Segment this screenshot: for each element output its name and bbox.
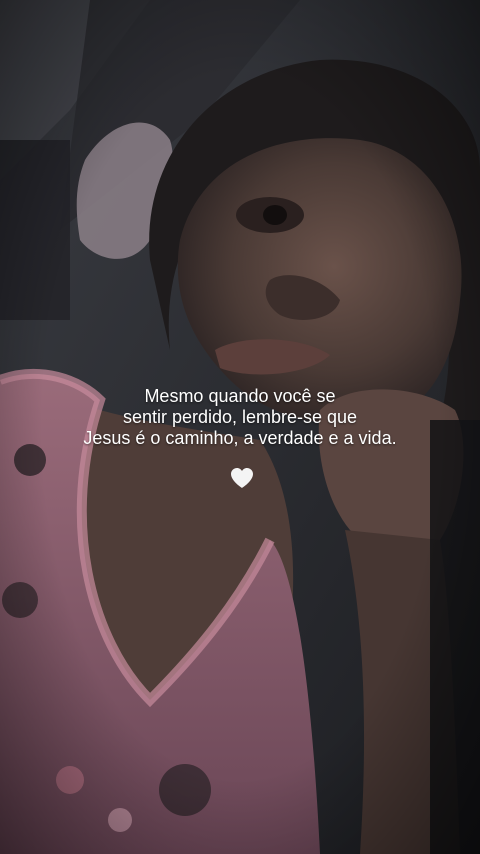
caption-text: Mesmo quando você se sentir perdido, lem… xyxy=(40,386,440,449)
caption-line-1: Mesmo quando você se xyxy=(144,386,336,406)
caption-line-2: sentir perdido, lembre-se que xyxy=(122,407,358,427)
caption-line-3: Jesus é o caminho, a verdade e a vida. xyxy=(83,428,397,448)
white-heart-icon xyxy=(229,466,255,490)
